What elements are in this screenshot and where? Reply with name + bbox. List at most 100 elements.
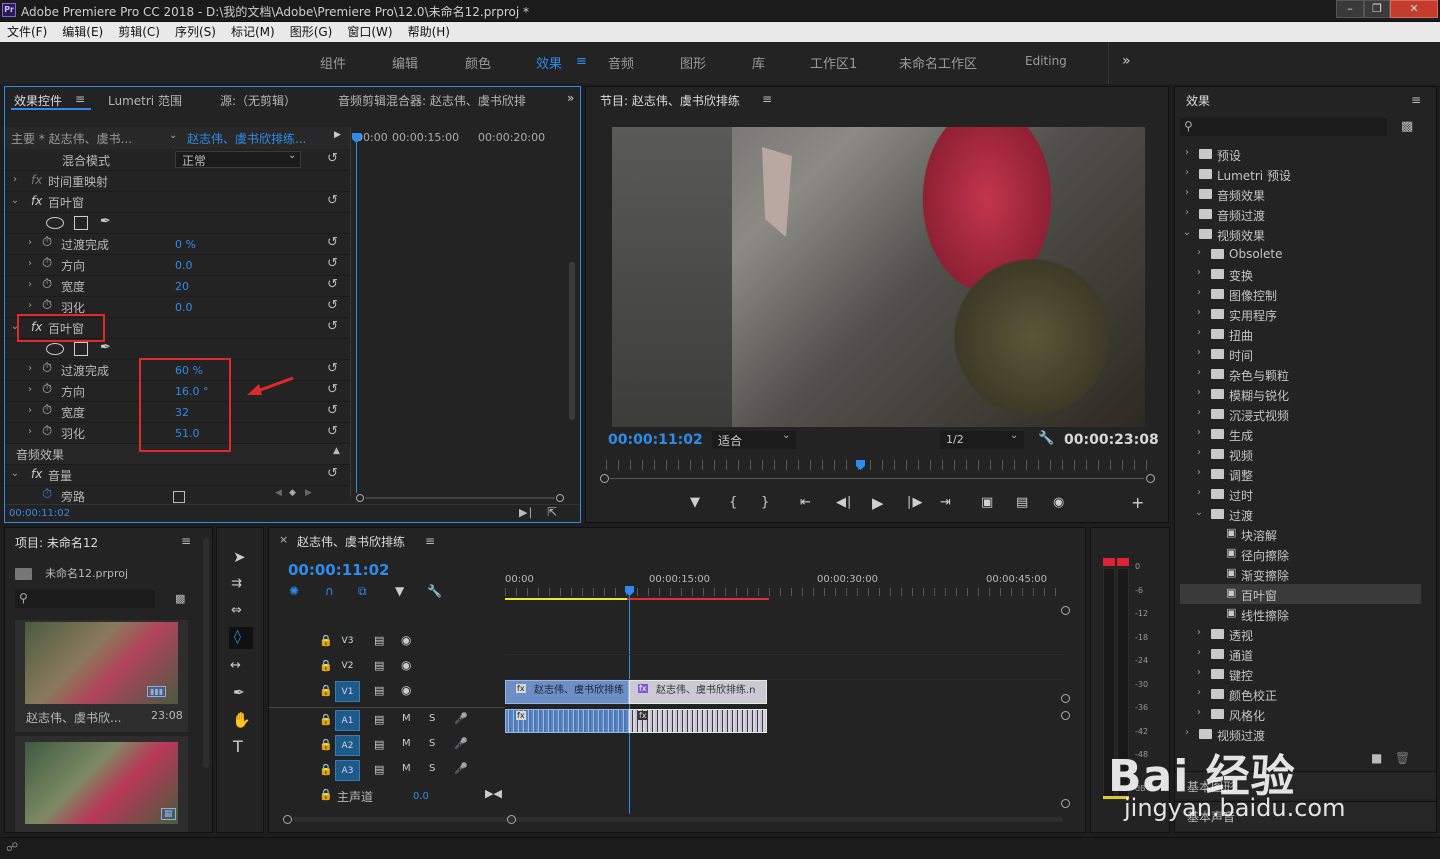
chevron-right-icon[interactable]: › — [1180, 727, 1194, 738]
effects-tree-item[interactable]: › 时间 — [1180, 344, 1421, 364]
timeline-title[interactable]: 赵志伟、虞书欣排练 — [297, 533, 405, 550]
blend-mode-dropdown[interactable]: 正常 ⌄ — [175, 150, 301, 168]
extract-icon[interactable]: ▤ — [1016, 495, 1028, 510]
add-button-icon[interactable]: + — [1131, 493, 1144, 512]
effects-tree-item[interactable]: › 沉浸式视频 — [1180, 404, 1421, 424]
effects-tree-item[interactable]: › 杂色与颗粒 — [1180, 364, 1421, 384]
reset-icon[interactable]: ↺ — [327, 382, 338, 397]
rectangle-mask-icon[interactable] — [74, 342, 88, 356]
effects-tree-item[interactable]: ▣ 块溶解 — [1180, 524, 1421, 544]
scroll-handle-bottom[interactable] — [1061, 799, 1070, 808]
chevron-right-icon[interactable]: › — [1192, 627, 1206, 638]
prev-keyframe-icon[interactable]: ◀ — [275, 488, 282, 498]
chevron-right-icon[interactable]: › — [1192, 447, 1206, 458]
fit-dropdown[interactable]: 适合 ⌄ — [712, 430, 796, 449]
panel-menu-icon[interactable]: ≡ — [181, 534, 191, 548]
lane-v3[interactable] — [505, 630, 1065, 655]
stopwatch-icon[interactable]: ⏱ — [42, 298, 52, 313]
clip-indicator-right[interactable] — [1117, 558, 1129, 566]
workspace-color[interactable]: 颜色 — [465, 53, 491, 72]
effects-tree-item[interactable]: › 扭曲 — [1180, 324, 1421, 344]
video-clip-2[interactable]: fx 赵志伟、虞书欣排练.n — [629, 680, 767, 704]
effects-tree-item[interactable]: › 透视 — [1180, 624, 1421, 644]
sync-lock-icon[interactable]: ▤ — [374, 738, 384, 751]
reset-icon[interactable]: ↺ — [327, 466, 338, 481]
effects-tree-item[interactable]: › 音频过渡 — [1180, 204, 1421, 224]
menu-edit[interactable]: 编辑(E) — [62, 22, 103, 42]
reset-icon[interactable]: ↺ — [327, 235, 338, 250]
chevron-right-icon[interactable]: › — [1180, 187, 1194, 198]
menu-file[interactable]: 文件(F) — [7, 22, 47, 42]
audio-tracks-scrollbar[interactable] — [1061, 711, 1071, 808]
chevron-right-icon[interactable]: › — [1192, 487, 1206, 498]
play-audio-icon[interactable]: ▶∣ — [519, 506, 533, 519]
project-panel-title[interactable]: 项目: 未命名12 — [15, 534, 98, 551]
add-keyframe-icon[interactable]: ◆ — [289, 488, 296, 498]
linked-selection-icon[interactable]: ⧉ — [358, 584, 367, 599]
razor-tool-button[interactable]: ◊ — [229, 627, 253, 649]
stopwatch-icon[interactable]: ⏱ — [42, 256, 52, 271]
menu-window[interactable]: 窗口(W) — [347, 22, 392, 42]
reset-icon[interactable]: ↺ — [327, 319, 338, 334]
reset-icon[interactable]: ↺ — [327, 256, 338, 271]
audio-clip-2[interactable]: fx — [629, 709, 767, 733]
effects-tree-item[interactable]: › 过时 — [1180, 484, 1421, 504]
new-folder-icon[interactable]: ■ — [1371, 751, 1382, 765]
effects-tree-item[interactable]: › Obsolete — [1180, 244, 1421, 264]
chevron-right-icon[interactable]: › — [8, 174, 22, 185]
effects-search-input[interactable]: ⚲ — [1180, 118, 1387, 136]
time-remap-row[interactable]: › fx 时间重映射 — [5, 171, 350, 192]
lock-icon[interactable]: 🔒 — [319, 763, 333, 776]
effects-tree-item[interactable]: › 变换 — [1180, 264, 1421, 284]
scroll-handle-top[interactable] — [1061, 711, 1070, 720]
chevron-right-icon[interactable]: › — [1192, 407, 1206, 418]
reset-icon[interactable]: ↺ — [327, 403, 338, 418]
chevron-right-icon[interactable]: › — [23, 405, 37, 416]
sync-lock-icon[interactable]: ▤ — [374, 763, 384, 776]
tab-lumetri-scopes[interactable]: Lumetri 范围 — [108, 92, 182, 109]
timeline-horizontal-scrollbar[interactable] — [283, 814, 1063, 826]
stopwatch-icon[interactable]: ⏱ — [42, 277, 52, 292]
play-icon[interactable]: ▶ — [872, 494, 884, 512]
ec-current-time[interactable]: 00:00:11:02 — [9, 508, 70, 519]
lock-icon[interactable]: 🔒 — [319, 738, 333, 751]
ec-horizontal-scrollbar[interactable] — [356, 493, 564, 503]
mute-icon[interactable]: M — [402, 713, 411, 724]
program-video-frame[interactable] — [612, 127, 1145, 427]
track-label[interactable]: A1 — [335, 710, 360, 731]
chevron-right-icon[interactable]: › — [1192, 367, 1206, 378]
solo-icon[interactable]: S — [429, 763, 435, 774]
program-timecode[interactable]: 00:00:11:02 — [608, 432, 703, 448]
step-back-icon[interactable]: ◀∣ — [836, 495, 853, 510]
effects-tree-item[interactable]: › 实用程序 — [1180, 304, 1421, 324]
chevron-right-icon[interactable]: › — [23, 279, 37, 290]
track-label[interactable]: A2 — [335, 735, 360, 756]
mark-in-icon[interactable]: { — [729, 495, 737, 510]
track-select-tool-icon[interactable]: ⇉ — [231, 576, 242, 591]
effect2-header[interactable]: ⌄ fx 百叶窗 ↺ — [5, 314, 350, 342]
lock-icon[interactable]: 🔒 — [319, 634, 333, 647]
solo-icon[interactable]: S — [429, 713, 435, 724]
workspace-menu-icon[interactable]: ≡ — [576, 54, 587, 69]
chevron-right-icon[interactable]: › — [1192, 707, 1206, 718]
chevron-right-icon[interactable]: › — [1192, 327, 1206, 338]
lane-v2[interactable] — [505, 655, 1065, 680]
chevron-right-icon[interactable]: › — [1192, 247, 1206, 258]
close-tab-icon[interactable]: × — [279, 533, 288, 546]
workspace-editing-en[interactable]: Editing — [1025, 54, 1067, 68]
hand-tool-icon[interactable]: ✋ — [232, 711, 251, 729]
track-label[interactable]: A3 — [335, 760, 360, 781]
workspace-assembly[interactable]: 组件 — [320, 53, 346, 72]
menu-marker[interactable]: 标记(M) — [231, 22, 275, 42]
stopwatch-icon[interactable]: ⏱ — [42, 382, 52, 397]
effects-tree-item[interactable]: › 键控 — [1180, 664, 1421, 684]
chevron-down-icon[interactable]: ⌄ — [8, 468, 22, 479]
menu-clip[interactable]: 剪辑(C) — [118, 22, 160, 42]
go-to-in-icon[interactable]: ⇤ — [800, 495, 811, 510]
lock-icon[interactable]: 🔒 — [319, 684, 333, 697]
wrench-icon[interactable]: 🔧 — [1038, 431, 1054, 446]
workspace-untitled[interactable]: 未命名工作区 — [899, 53, 977, 72]
menu-sequence[interactable]: 序列(S) — [175, 22, 216, 42]
eye-icon[interactable]: ◉ — [401, 633, 411, 647]
new-bin-icon[interactable]: ▩ — [1401, 119, 1413, 134]
